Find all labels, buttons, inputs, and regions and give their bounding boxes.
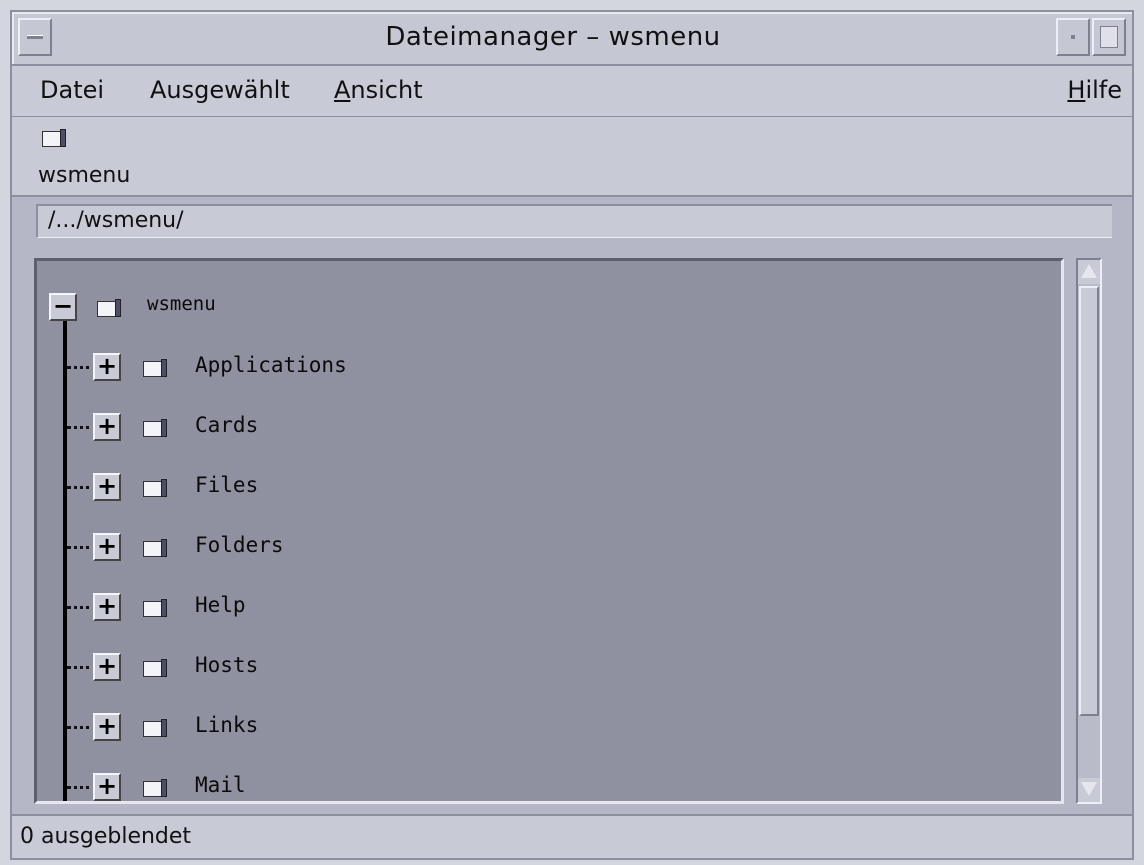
tree-node-row[interactable]: + Applications bbox=[37, 351, 1061, 385]
menu-ansicht[interactable]: Ansicht bbox=[334, 76, 423, 104]
tree-node-label[interactable]: Applications bbox=[195, 353, 347, 377]
minimize-button[interactable] bbox=[1056, 18, 1090, 56]
tree-node-label[interactable]: Help bbox=[195, 593, 246, 617]
tree-node-label[interactable]: Files bbox=[195, 473, 258, 497]
tree-node-row[interactable]: + Cards bbox=[37, 411, 1061, 445]
collapse-button[interactable]: − bbox=[49, 293, 77, 321]
current-folder-strip: wsmenu bbox=[12, 117, 1132, 197]
title-bar[interactable]: Dateimanager – wsmenu bbox=[12, 12, 1132, 66]
tree-node-row[interactable]: + Folders bbox=[37, 531, 1061, 565]
status-text: 0 ausgeblendet bbox=[20, 824, 192, 849]
vertical-scrollbar[interactable] bbox=[1076, 258, 1102, 804]
tree-root-label[interactable]: wsmenu bbox=[147, 293, 216, 315]
folder-icon bbox=[143, 599, 167, 617]
menu-bar: Datei Ausgewählt Ansicht Hilfe bbox=[12, 66, 1132, 117]
expand-button[interactable]: + bbox=[93, 713, 121, 741]
expand-button[interactable]: + bbox=[93, 533, 121, 561]
scrollbar-thumb[interactable] bbox=[1079, 286, 1099, 716]
folder-icon bbox=[143, 719, 167, 737]
tree-node-row[interactable]: + Files bbox=[37, 471, 1061, 505]
menu-hilfe[interactable]: Hilfe bbox=[1067, 76, 1122, 104]
tree-node-label[interactable]: Cards bbox=[195, 413, 258, 437]
folder-icon bbox=[143, 779, 167, 797]
expand-button[interactable]: + bbox=[93, 653, 121, 681]
path-text: /.../wsmenu/ bbox=[48, 208, 184, 233]
tree-node-row[interactable]: + Help bbox=[37, 591, 1061, 625]
scroll-up-arrow-icon[interactable] bbox=[1078, 260, 1100, 284]
folder-icon[interactable] bbox=[42, 129, 66, 147]
folder-icon bbox=[143, 659, 167, 677]
current-folder-label[interactable]: wsmenu bbox=[38, 163, 130, 188]
tree-view[interactable]: − wsmenu + Applications + Cards + Files + Folde… bbox=[34, 258, 1064, 804]
folder-icon bbox=[143, 359, 167, 377]
expand-button[interactable]: + bbox=[93, 353, 121, 381]
tree-node-row[interactable]: + Links bbox=[37, 711, 1061, 745]
expand-button[interactable]: + bbox=[93, 473, 121, 501]
tree-node-label[interactable]: Hosts bbox=[195, 653, 258, 677]
tree-root-row[interactable]: − wsmenu bbox=[37, 291, 1061, 325]
expand-button[interactable]: + bbox=[93, 413, 121, 441]
expand-button[interactable]: + bbox=[93, 773, 121, 801]
folder-icon bbox=[143, 479, 167, 497]
window-menu-button[interactable] bbox=[18, 18, 52, 56]
menu-datei[interactable]: Datei bbox=[40, 76, 104, 104]
path-field[interactable]: /.../wsmenu/ bbox=[36, 204, 1112, 238]
file-manager-window: Dateimanager – wsmenu Datei Ausgewählt A… bbox=[10, 10, 1134, 860]
folder-icon bbox=[143, 419, 167, 437]
tree-node-row[interactable]: + Mail bbox=[37, 771, 1061, 801]
tree-node-row[interactable]: + Hosts bbox=[37, 651, 1061, 685]
window-title: Dateimanager – wsmenu bbox=[385, 22, 721, 52]
tree-node-label[interactable]: Mail bbox=[195, 773, 246, 797]
scroll-down-arrow-icon[interactable] bbox=[1078, 778, 1100, 802]
expand-button[interactable]: + bbox=[93, 593, 121, 621]
menu-ausgewaehlt[interactable]: Ausgewählt bbox=[150, 76, 290, 104]
folder-icon bbox=[97, 299, 121, 317]
tree-node-label[interactable]: Links bbox=[195, 713, 258, 737]
tree-node-label[interactable]: Folders bbox=[195, 533, 284, 557]
folder-icon bbox=[143, 539, 167, 557]
status-bar: 0 ausgeblendet bbox=[12, 814, 1132, 858]
maximize-button[interactable] bbox=[1092, 18, 1126, 56]
